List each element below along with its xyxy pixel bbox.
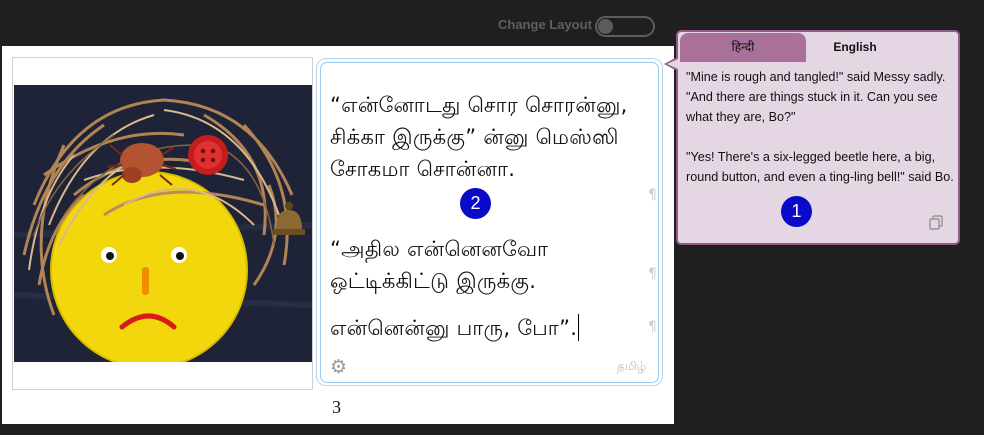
tamil-paragraph-1[interactable]: “என்னோடது சொர சொரன்னு, சிக்கா இருக்கு” ன… xyxy=(330,89,660,185)
badge-2: 2 xyxy=(460,188,491,219)
pilcrow-2: ¶ xyxy=(648,266,657,282)
messy-face-illustration xyxy=(14,85,312,362)
change-layout-label: Change Layout xyxy=(498,17,592,32)
translation-paragraph-1: "Mine is rough and tangled!" said Messy … xyxy=(686,70,946,124)
bubble-pointer-fill xyxy=(667,59,678,69)
tamil-paragraph-3-text[interactable]: என்னென்னு பாரு, போ”. xyxy=(330,316,577,340)
toggle-knob xyxy=(598,19,613,34)
picture-frame xyxy=(12,57,313,390)
translation-bubble: हिन्दी English "Mine is rough and tangle… xyxy=(676,30,960,245)
translation-text: "Mine is rough and tangled!" said Messy … xyxy=(686,67,954,187)
page-number: 3 xyxy=(332,397,341,417)
translation-paragraph-2: "Yes! There's a six-legged beetle here, … xyxy=(686,150,954,184)
tamil-paragraph-2[interactable]: “அதில என்னெனவோ ஒட்டிக்கிட்டு இருக்கு. xyxy=(330,233,660,297)
pilcrow-3: ¶ xyxy=(648,319,657,335)
copy-icon[interactable] xyxy=(929,215,943,230)
page-picture[interactable] xyxy=(14,85,312,362)
pilcrow-1: ¶ xyxy=(648,187,657,203)
badge-1: 1 xyxy=(781,196,812,227)
book-page: “என்னோடது சொர சொரன்னு, சிக்கா இருக்கு” ன… xyxy=(2,46,674,424)
tamil-paragraph-3[interactable]: என்னென்னு பாரு, போ”. xyxy=(330,312,660,344)
change-layout-toggle[interactable] xyxy=(595,16,655,37)
tab-hindi[interactable]: हिन्दी xyxy=(680,33,806,62)
tab-english[interactable]: English xyxy=(808,33,902,62)
tamil-editor[interactable]: “என்னோடது சொர சொரன்னு, சிக்கா இருக்கு” ன… xyxy=(320,62,659,383)
gear-icon[interactable]: ⚙ xyxy=(330,357,347,377)
tamil-text-box[interactable]: “என்னோடது சொர சொரன்னு, சிக்கா இருக்கு” ன… xyxy=(316,58,663,386)
text-caret xyxy=(578,314,580,341)
language-label: தமிழ் xyxy=(617,359,647,373)
